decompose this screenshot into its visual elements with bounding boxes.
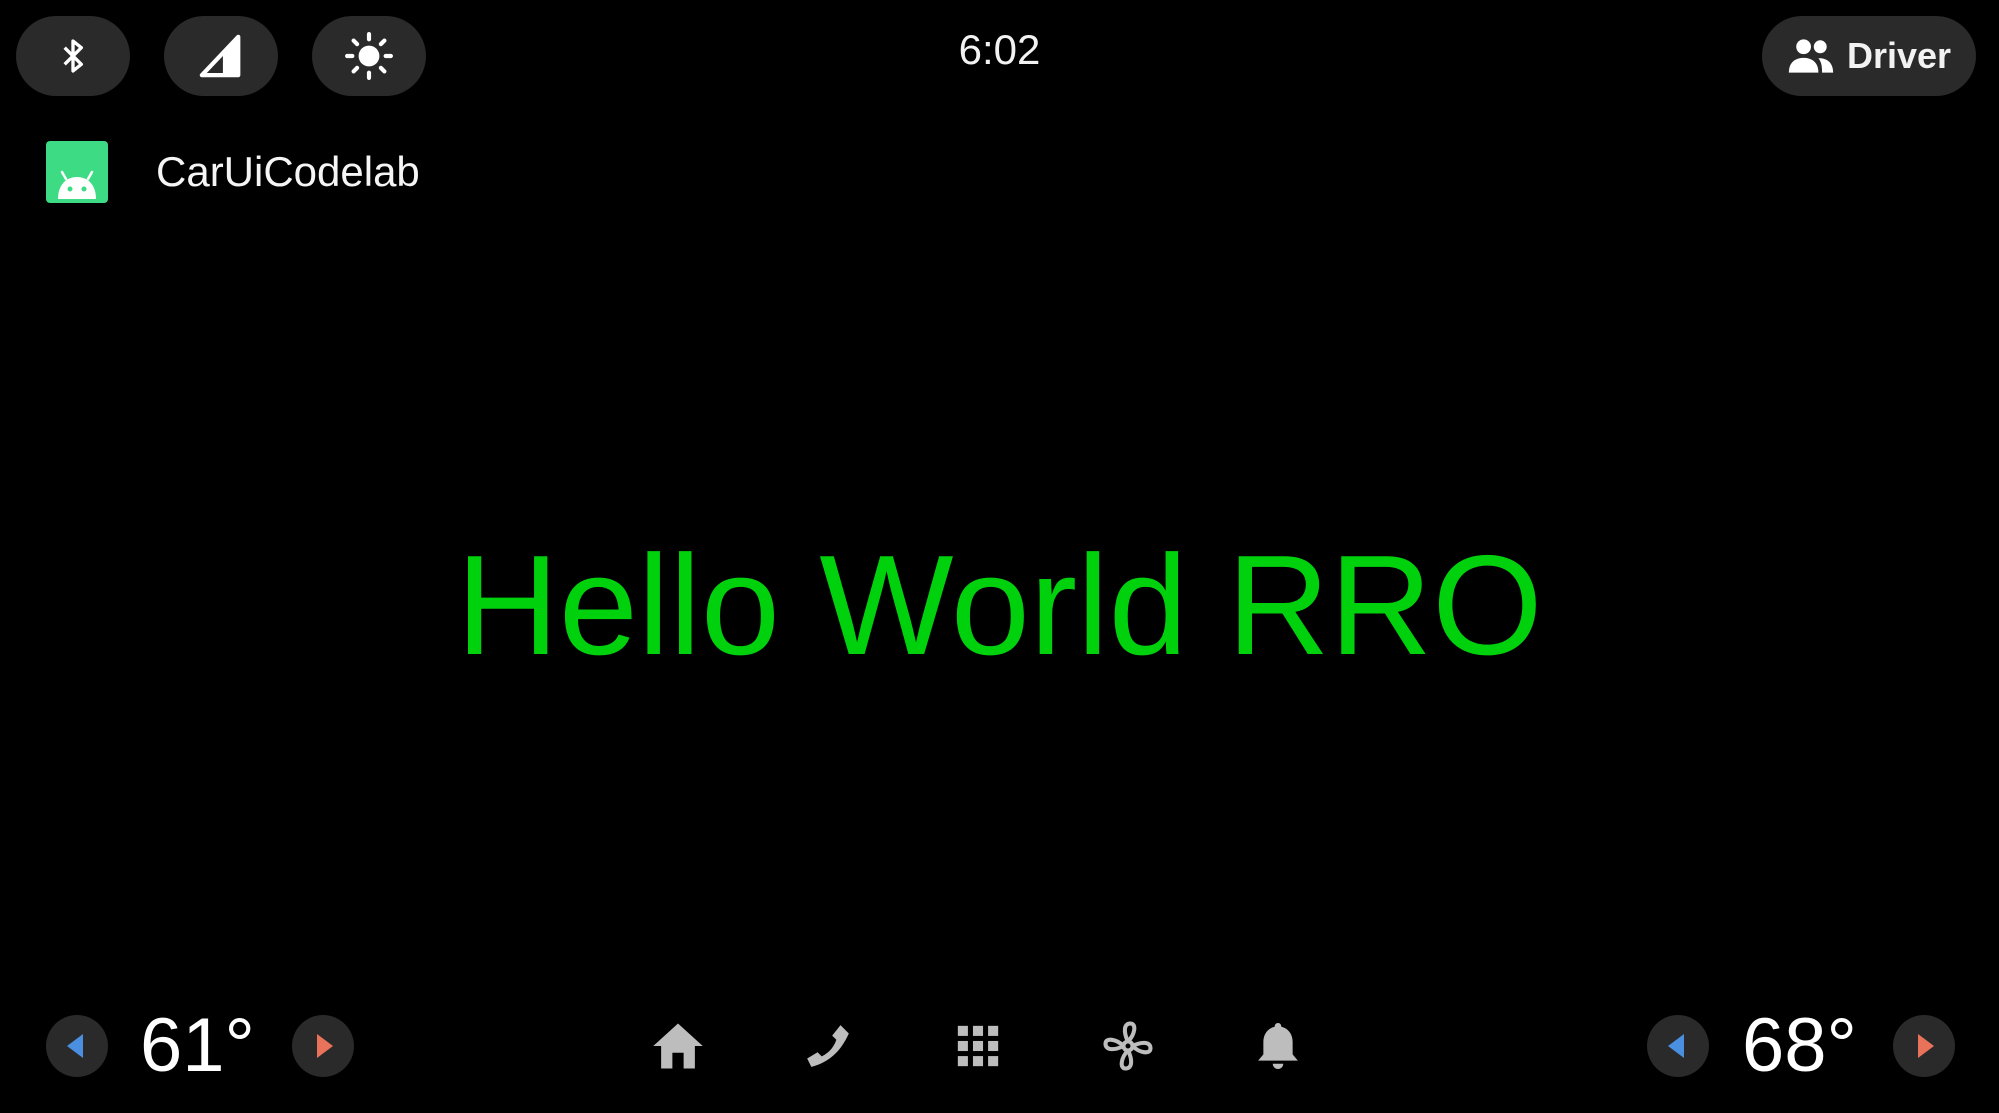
notifications-button[interactable] bbox=[1250, 1018, 1306, 1074]
notification-bell-icon bbox=[1258, 1023, 1298, 1069]
android-icon bbox=[46, 141, 108, 203]
right-temp-increase-button[interactable] bbox=[1893, 1015, 1955, 1077]
user-switcher-button[interactable]: Driver bbox=[1762, 16, 1976, 96]
left-temperature[interactable]: 61° bbox=[140, 1000, 255, 1092]
status-clock: 6:02 bbox=[958, 26, 1041, 73]
arrow-left-icon bbox=[1668, 1034, 1684, 1058]
people-icon bbox=[1788, 39, 1834, 73]
phone-button[interactable] bbox=[800, 1018, 856, 1074]
home-icon bbox=[653, 1023, 703, 1069]
arrow-right-icon bbox=[317, 1034, 333, 1058]
system-nav-bar: 61° 68° bbox=[0, 1000, 1999, 1100]
phone-icon bbox=[807, 1025, 849, 1067]
app-grid-button[interactable] bbox=[950, 1018, 1006, 1074]
home-button[interactable] bbox=[650, 1018, 706, 1074]
left-temp-decrease-button[interactable] bbox=[46, 1015, 108, 1077]
right-temp-decrease-button[interactable] bbox=[1647, 1015, 1709, 1077]
hvac-fan-button[interactable] bbox=[1100, 1018, 1156, 1074]
left-temp-increase-button[interactable] bbox=[292, 1015, 354, 1077]
arrow-right-icon bbox=[1918, 1034, 1934, 1058]
user-name: Driver bbox=[1846, 35, 1952, 76]
arrow-left-icon bbox=[67, 1034, 83, 1058]
apps-grid-icon bbox=[957, 1025, 999, 1067]
fan-icon bbox=[1103, 1021, 1153, 1071]
app-bar: CarUiCodelab bbox=[46, 140, 420, 204]
app-title: CarUiCodelab bbox=[156, 148, 420, 195]
hello-world-text: Hello World RRO bbox=[456, 526, 1543, 685]
right-temperature[interactable]: 68° bbox=[1742, 1000, 1857, 1092]
